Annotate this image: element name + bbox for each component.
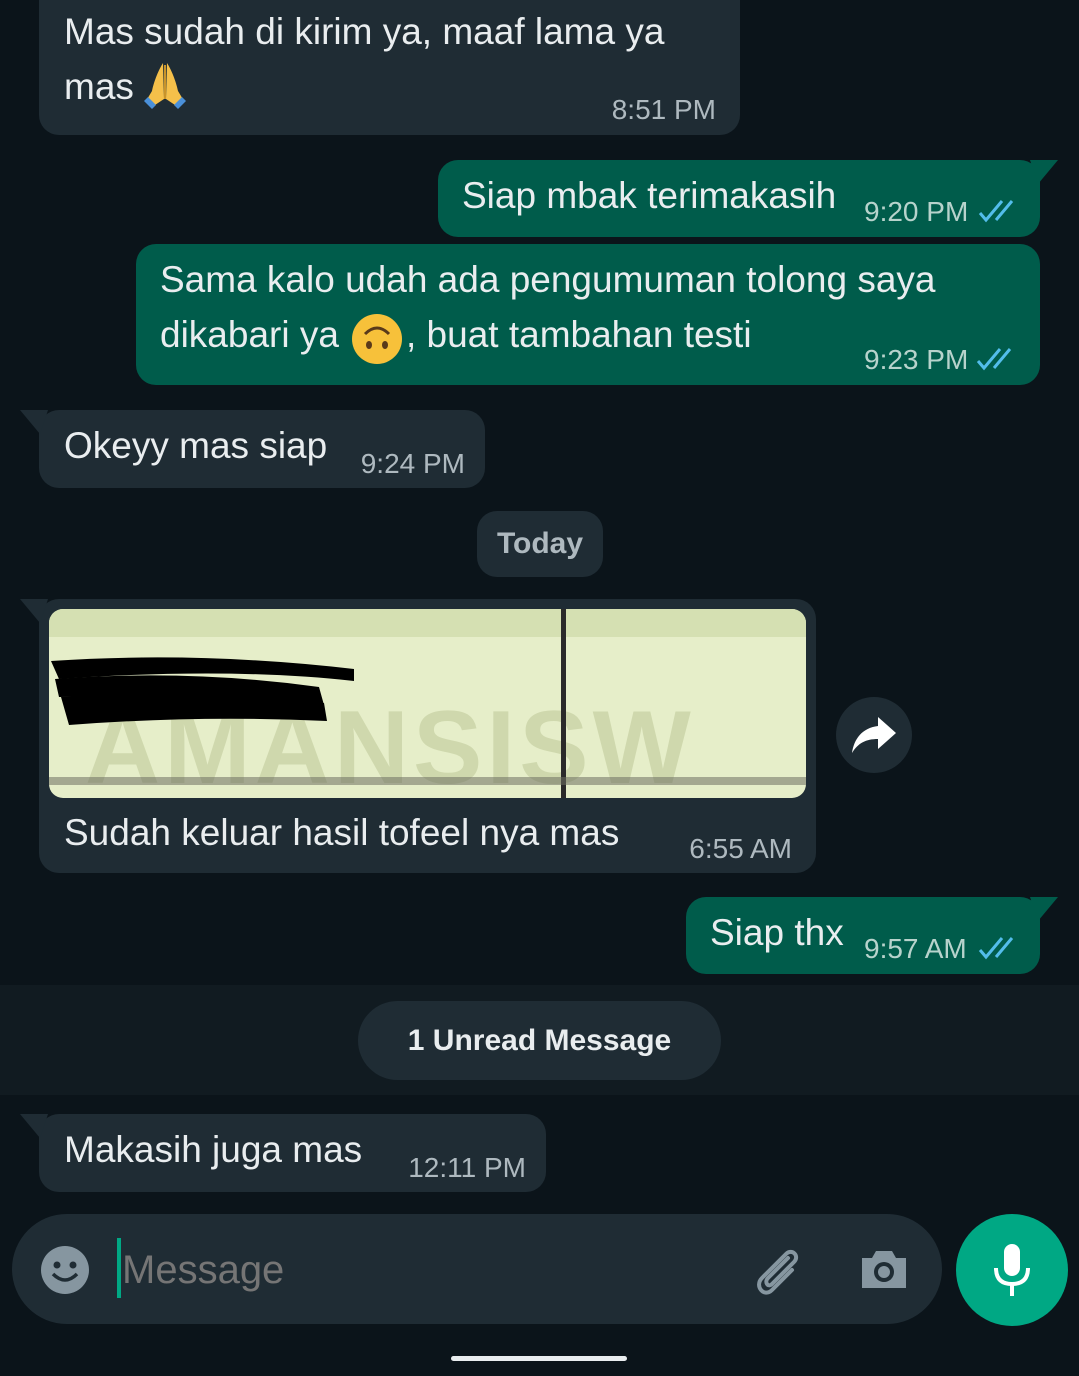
- message-text: Siap thx: [710, 912, 844, 953]
- message-time: 6:55 AM: [689, 833, 792, 864]
- message-time: 9:20 PM: [864, 196, 969, 227]
- message-text: dikabari ya: [160, 314, 339, 355]
- read-receipt-icon: [978, 937, 1014, 960]
- outgoing-message-bubble[interactable]: Siap thx 9:57 AM: [686, 897, 1040, 974]
- mic-icon: [994, 1244, 1030, 1296]
- image-band: [49, 609, 806, 637]
- image-bottom-edge: [49, 777, 806, 785]
- home-gesture-handle[interactable]: [451, 1356, 627, 1361]
- bubble-tail-shape: [1030, 897, 1058, 921]
- message-composer: [12, 1214, 942, 1324]
- folded-hands-emoji-icon: [144, 63, 186, 109]
- message-time: 9:57 AM: [864, 933, 967, 964]
- message-time: 9:24 PM: [360, 448, 465, 479]
- message-text: Makasih juga mas: [64, 1129, 363, 1170]
- message-input[interactable]: [120, 1236, 724, 1304]
- message-text: Mas sudah di kirim ya, maaf lama ya: [64, 11, 665, 52]
- incoming-message-bubble[interactable]: Mas sudah di kirim ya, maaf lama ya mas …: [39, 0, 740, 135]
- bubble-tail-shape: [1030, 160, 1058, 184]
- upside-down-face-emoji-icon: [352, 314, 402, 364]
- message-text: , buat tambahan testi: [406, 314, 752, 355]
- bubble-tail-shape: [20, 1114, 48, 1138]
- date-divider: Today: [477, 511, 603, 577]
- message-text: Siap mbak terimakasih: [462, 175, 837, 216]
- chat-thread: Mas sudah di kirim ya, maaf lama ya mas …: [0, 0, 1079, 1376]
- message-time: 8:51 PM: [611, 94, 716, 125]
- unread-messages-banner: 1 Unread Message: [358, 1001, 721, 1080]
- forward-icon: [852, 717, 896, 753]
- message-text: mas: [64, 66, 134, 107]
- voice-message-button[interactable]: [956, 1214, 1068, 1326]
- paperclip-icon[interactable]: [750, 1244, 806, 1300]
- message-time: 12:11 PM: [408, 1152, 526, 1183]
- camera-icon[interactable]: [858, 1246, 910, 1292]
- message-time: 9:23 PM: [864, 344, 969, 375]
- outgoing-message-bubble[interactable]: Sama kalo udah ada pengumuman tolong say…: [136, 244, 1040, 385]
- bubble-tail-shape: [20, 599, 48, 623]
- redaction-scribble: [51, 657, 354, 725]
- forward-button[interactable]: [836, 697, 912, 773]
- image-divider: [561, 609, 566, 798]
- incoming-image-message[interactable]: AMANSISW Sudah keluar hasil tofeel nya m…: [39, 599, 816, 873]
- bubble-tail-shape: [20, 410, 48, 434]
- emoji-icon[interactable]: [39, 1244, 91, 1296]
- incoming-message-bubble[interactable]: Okeyy mas siap 9:24 PM: [39, 410, 485, 488]
- read-receipt-icon: [978, 200, 1014, 223]
- system-navigation-bar: [0, 1338, 1079, 1376]
- message-text: Okeyy mas siap: [64, 425, 328, 466]
- image-caption: Sudah keluar hasil tofeel nya mas: [64, 812, 620, 853]
- outgoing-message-bubble[interactable]: Siap mbak terimakasih 9:20 PM: [438, 160, 1040, 237]
- read-receipt-icon: [976, 348, 1012, 371]
- incoming-message-bubble[interactable]: Makasih juga mas 12:11 PM: [39, 1114, 546, 1192]
- image-thumbnail[interactable]: AMANSISW: [49, 609, 806, 798]
- message-text: Sama kalo udah ada pengumuman tolong say…: [160, 259, 936, 300]
